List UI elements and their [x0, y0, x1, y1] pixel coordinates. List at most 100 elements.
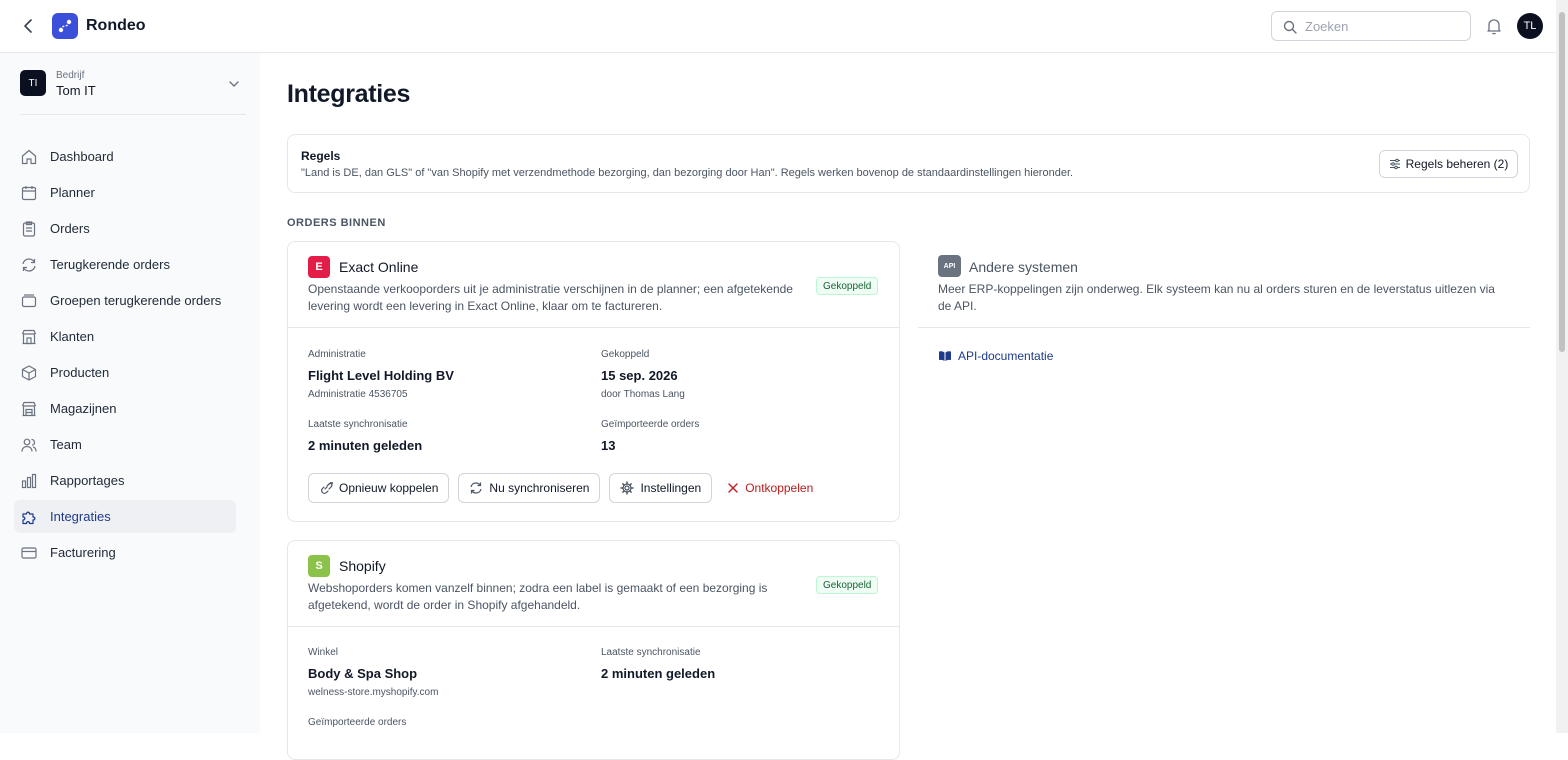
sidebar-item-customers[interactable]: Klanten [14, 320, 236, 353]
company-name: Tom IT [56, 83, 96, 98]
detail-value: 2 minuten geleden [308, 438, 423, 453]
exact-online-logo: E [308, 256, 330, 278]
api-docs-label: API-documentatie [958, 349, 1054, 363]
detail-value: 15 sep. 2026 [601, 368, 678, 383]
detail-label: Administratie [308, 349, 366, 360]
chevron-down-icon [229, 81, 239, 87]
app-name: Rondeo [86, 17, 146, 34]
users-icon [21, 438, 37, 452]
detail-sub: welness-store.myshopify.com [308, 687, 439, 698]
box-icon [21, 364, 37, 381]
relink-label: Opnieuw koppelen [339, 481, 439, 495]
company-label: Bedrijf [56, 70, 85, 81]
sidebar-item-team[interactable]: Team [14, 428, 236, 461]
rules-description: "Land is DE, dan GLS" of "van Shopify me… [301, 167, 1074, 179]
exact-online-card: E Exact Online Openstaande verkooporders… [287, 241, 900, 522]
detail-sub: Administratie 4536705 [308, 389, 408, 400]
details-grid: Administratie Flight Level Holding BV Ad… [288, 328, 899, 468]
rules-panel: Regels "Land is DE, dan GLS" of "van Sho… [287, 134, 1530, 193]
search-icon [1283, 20, 1297, 34]
unlink-label: Ontkoppelen [745, 481, 814, 495]
credit-card-icon [21, 546, 37, 559]
sync-now-button[interactable]: Nu synchroniseren [458, 473, 601, 503]
scrollbar[interactable] [1556, 0, 1568, 733]
bell-icon[interactable] [1485, 17, 1503, 35]
other-systems-title: Andere systemen [969, 259, 1078, 275]
admin-detail: Administratie Flight Level Holding BV Ad… [308, 349, 578, 400]
manage-rules-button[interactable]: Regels beheren (2) [1379, 150, 1518, 178]
detail-label: Laatste synchronisatie [308, 419, 408, 430]
user-avatar[interactable]: TL [1517, 13, 1543, 39]
puzzle-icon [22, 511, 36, 524]
sync-detail: Laatste synchronisatie 2 minuten geleden [308, 419, 578, 453]
shop-detail: Winkel Body & Spa Shop welness-store.mys… [308, 647, 578, 698]
detail-label: Geïmporteerde orders [601, 419, 700, 430]
card-actions: Opnieuw koppelen Nu synchroniseren Inste… [308, 473, 828, 503]
sync-now-label: Nu synchroniseren [489, 481, 590, 495]
home-icon [21, 149, 37, 164]
unlink-button[interactable]: Ontkoppelen [721, 473, 820, 503]
rules-title: Regels [301, 149, 341, 163]
gear-icon [620, 481, 635, 495]
link-icon [321, 482, 333, 494]
scrollbar-thumb[interactable] [1559, 12, 1565, 352]
sidebar-item-products[interactable]: Producten [14, 356, 236, 389]
building-icon [21, 329, 37, 344]
app-logo [52, 13, 78, 39]
back-arrow-icon[interactable] [20, 17, 38, 35]
page-title: Integraties [287, 80, 411, 108]
calendar-icon [21, 185, 37, 200]
other-systems-panel: API Andere systemen Meer ERP-koppelingen… [918, 241, 1530, 363]
sync-detail: Laatste synchronisatie 2 minuten geleden [601, 647, 871, 681]
sidebar-nav: Dashboard Planner Orders Terugkerende or… [14, 140, 236, 572]
close-icon [728, 483, 738, 493]
api-docs-link[interactable]: API-documentatie [938, 349, 1053, 363]
shopify-card: S Shopify Webshoporders komen vanzelf bi… [287, 540, 900, 760]
sidebar-item-reports[interactable]: Rapportages [14, 464, 236, 497]
sidebar-item-recurring-groups[interactable]: Groepen terugkerende orders [14, 284, 236, 317]
repeat-icon [22, 257, 36, 272]
detail-sub: door Thomas Lang [601, 389, 685, 400]
sidebar-item-label: Magazijnen [50, 401, 117, 416]
other-systems-header: API Andere systemen Meer ERP-koppelingen… [918, 241, 1530, 328]
sidebar-item-label: Klanten [50, 329, 95, 344]
settings-label: Instellingen [640, 481, 702, 495]
sidebar-item-label: Dashboard [50, 149, 114, 164]
bar-chart-icon [21, 473, 37, 488]
sidebar-item-planner[interactable]: Planner [14, 176, 236, 209]
settings-button[interactable]: Instellingen [609, 473, 713, 503]
detail-value: Flight Level Holding BV [308, 368, 454, 383]
search-box[interactable] [1271, 11, 1471, 41]
status-badge: Gekoppeld [816, 576, 879, 594]
sidebar-item-orders[interactable]: Orders [14, 212, 236, 245]
other-systems-description: Meer ERP-koppelingen zijn onderweg. Elk … [938, 282, 1495, 313]
sidebar: TI Bedrijf Tom IT Dashboard Planner Orde… [0, 53, 260, 733]
sidebar-item-label: Orders [50, 221, 90, 236]
sidebar-item-dashboard[interactable]: Dashboard [14, 140, 236, 173]
card-header: S Shopify Webshoporders komen vanzelf bi… [288, 541, 899, 627]
sidebar-item-recurring-orders[interactable]: Terugkerende orders [14, 248, 236, 281]
sidebar-item-label: Team [50, 437, 82, 452]
sidebar-item-warehouses[interactable]: Magazijnen [14, 392, 236, 425]
search-input[interactable] [1305, 17, 1460, 35]
section-heading: ORDERS BINNEN [287, 217, 386, 229]
detail-label: Geïmporteerde orders [308, 717, 407, 728]
top-bar: Rondeo TL [0, 0, 1556, 53]
detail-value: 13 [601, 438, 616, 453]
sidebar-item-label: Rapportages [50, 473, 125, 488]
sidebar-item-label: Groepen terugkerende orders [50, 293, 222, 308]
main-content: Integraties Regels "Land is DE, dan GLS"… [287, 53, 1530, 760]
sidebar-item-label: Producten [50, 365, 110, 380]
sidebar-item-integrations[interactable]: Integraties [14, 500, 236, 533]
sidebar-item-label: Facturering [50, 545, 116, 560]
sliders-icon [1389, 158, 1400, 170]
relink-button[interactable]: Opnieuw koppelen [308, 473, 450, 503]
shopify-logo: S [308, 555, 330, 577]
book-icon [939, 351, 951, 361]
detail-value: Body & Spa Shop [308, 666, 418, 681]
integration-description: Openstaande verkooporders uit je adminis… [308, 282, 793, 313]
company-switcher[interactable]: TI Bedrijf Tom IT [20, 70, 246, 115]
api-logo: API [938, 255, 961, 277]
sidebar-item-billing[interactable]: Facturering [14, 536, 236, 569]
sidebar-item-label: Terugkerende orders [50, 257, 170, 272]
